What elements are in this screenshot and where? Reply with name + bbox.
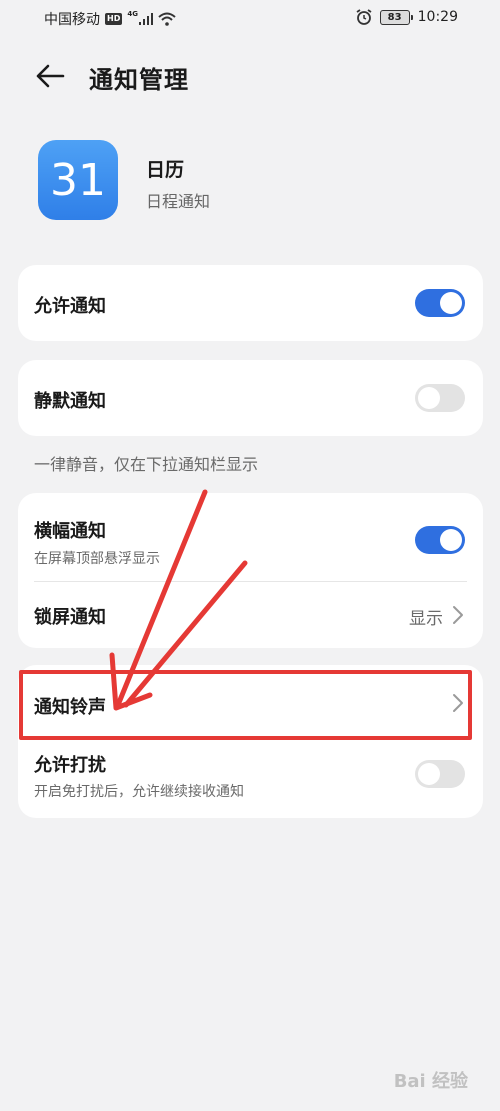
allow-notifications-row[interactable]: 允许通知 — [18, 265, 483, 341]
allow-notifications-card: 允许通知 — [18, 265, 483, 341]
notification-management-screen: 中国移动 HD 4G 83 10:29 通知管理 31 日历 日程通知 允许通知… — [0, 0, 500, 1111]
status-bar: 中国移动 HD 4G 83 10:29 — [0, 0, 500, 38]
signal-icon — [138, 13, 153, 25]
wifi-icon — [158, 12, 176, 26]
allow-interruptions-toggle[interactable] — [415, 760, 465, 788]
silent-helper-text: 一律静音，仅在下拉通知栏显示 — [34, 455, 259, 474]
calendar-icon-number: 31 — [50, 154, 106, 206]
battery-level: 83 — [387, 11, 402, 23]
silent-notifications-toggle[interactable] — [415, 384, 465, 412]
allow-notifications-toggle[interactable] — [415, 289, 465, 317]
allow-interruptions-row[interactable]: 允许打扰 开启免打扰后，允许继续接收通知 — [18, 741, 483, 818]
carrier-label: 中国移动 — [44, 12, 100, 28]
banner-notifications-toggle[interactable] — [415, 526, 465, 554]
chevron-right-icon — [453, 606, 463, 624]
lock-screen-notifications-label: 锁屏通知 — [34, 607, 106, 628]
calendar-app-icon: 31 — [38, 140, 118, 220]
alarm-icon — [356, 9, 372, 25]
banner-notifications-label: 横幅通知 — [34, 521, 106, 542]
page-title: 通知管理 — [89, 66, 189, 94]
banner-notifications-sublabel: 在屏幕顶部悬浮显示 — [34, 551, 160, 567]
back-arrow-icon — [36, 64, 65, 88]
clock: 10:29 — [417, 9, 458, 25]
back-button[interactable] — [30, 58, 70, 94]
highlight-box — [19, 670, 472, 740]
lock-screen-notifications-row[interactable]: 锁屏通知 显示 — [18, 582, 483, 648]
app-name: 日历 — [146, 159, 185, 181]
display-notifications-card: 横幅通知 在屏幕顶部悬浮显示 锁屏通知 显示 — [18, 493, 483, 648]
allow-interruptions-label: 允许打扰 — [34, 755, 106, 776]
network-type: 4G — [127, 10, 138, 18]
watermark: Bai 经验 — [393, 1071, 468, 1092]
battery-indicator: 83 — [379, 9, 413, 25]
hd-badge: HD — [105, 13, 123, 25]
app-description: 日程通知 — [146, 192, 211, 211]
allow-interruptions-sublabel: 开启免打扰后，允许继续接收通知 — [34, 784, 244, 800]
silent-notifications-label: 静默通知 — [34, 391, 106, 412]
silent-notifications-row[interactable]: 静默通知 — [18, 360, 483, 436]
silent-notifications-card: 静默通知 — [18, 360, 483, 436]
lock-screen-value: 显示 — [409, 609, 443, 629]
header: 通知管理 — [0, 52, 500, 100]
banner-notifications-row[interactable]: 横幅通知 在屏幕顶部悬浮显示 — [18, 493, 483, 581]
allow-notifications-label: 允许通知 — [34, 296, 106, 317]
